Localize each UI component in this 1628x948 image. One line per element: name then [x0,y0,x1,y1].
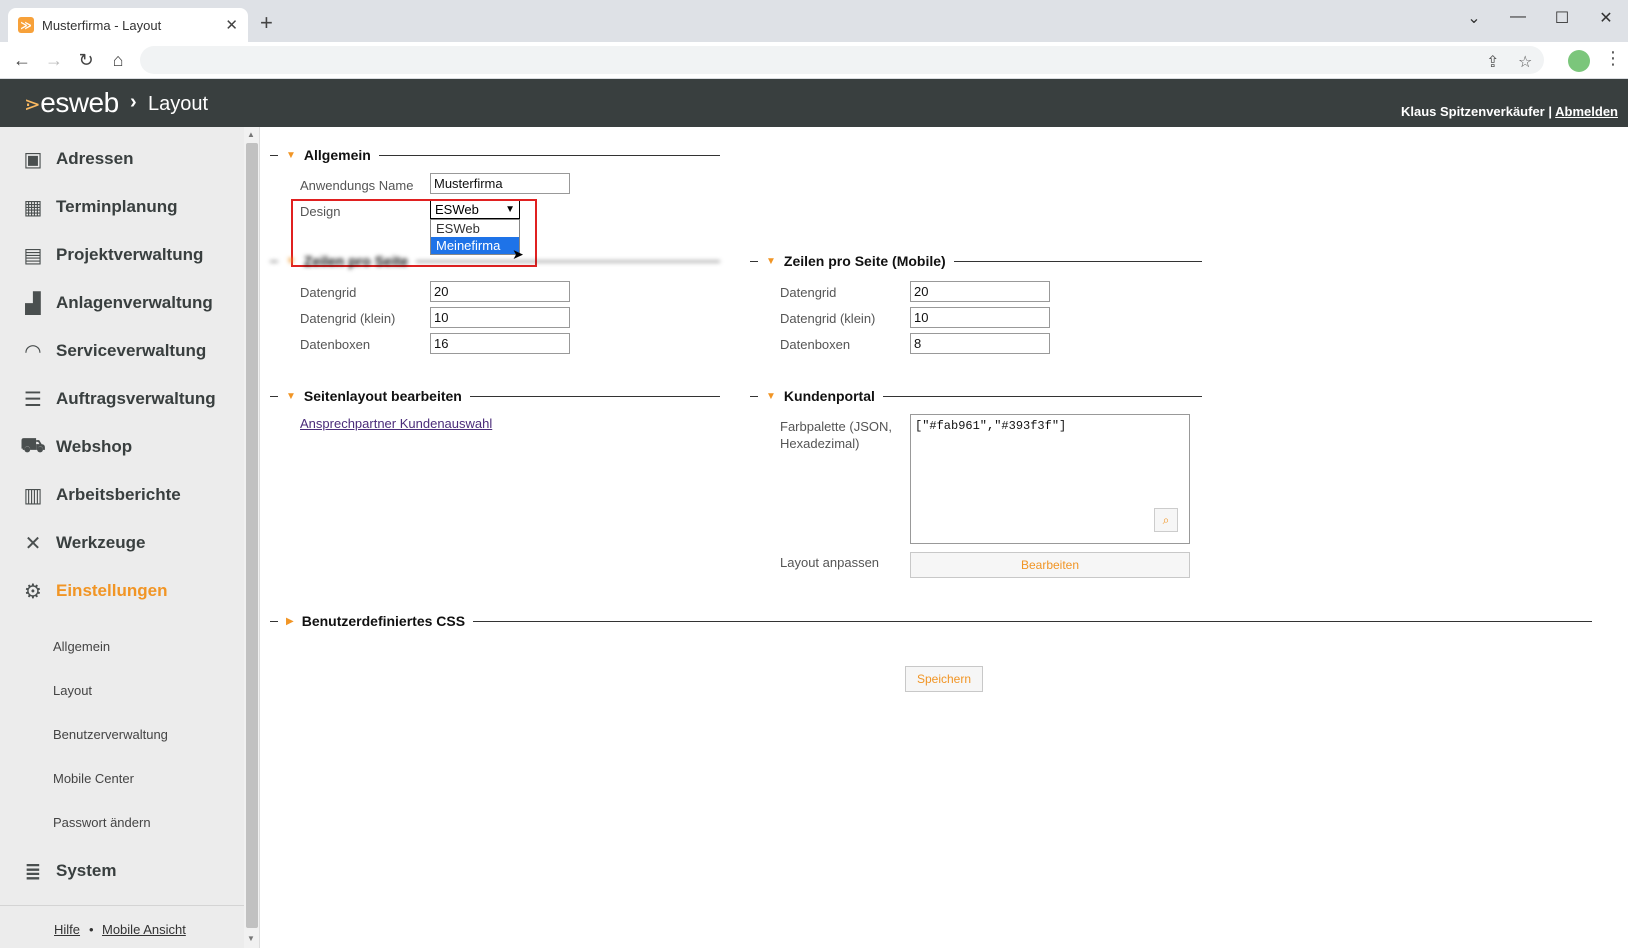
profile-avatar[interactable] [1568,50,1590,72]
scroll-up-icon[interactable]: ▲ [247,130,255,139]
section-seitenlayout[interactable]: ▼ Seitenlayout bearbeiten [270,387,720,405]
nav-einstellungen[interactable]: ⚙ Einstellungen [20,576,167,606]
cart-icon: ⛟ [20,434,46,457]
sidebar-scrollbar[interactable]: ▲ ▼ [244,127,260,948]
address-book-icon: ▣ [23,148,43,171]
reload-icon[interactable]: ↻ [74,48,98,72]
nav-arbeitsberichte[interactable]: ▥ Arbeitsberichte [20,480,181,510]
section-benutzerdefiniertes-css[interactable]: ▶ Benutzerdefiniertes CSS [270,612,1592,630]
browser-menu-icon[interactable]: ⋮ [1604,48,1622,69]
logo-chevron-icon: ⋗ [24,94,41,117]
mobile-view-link[interactable]: Mobile Ansicht [102,922,186,937]
new-tab-button[interactable]: + [260,12,273,34]
tools-icon: ✕ [24,532,42,555]
gantt-icon: ▤ [23,244,43,267]
footer-dot: • [89,922,94,937]
nav-serviceverwaltung[interactable]: ◠ Serviceverwaltung [20,336,206,366]
scrollbar-thumb[interactable] [246,143,258,928]
home-icon[interactable]: ⌂ [106,48,130,72]
subnav-layout[interactable]: Layout [53,683,92,698]
collapse-triangle-icon: ▼ [286,390,296,402]
subnav-allgemein[interactable]: Allgemein [53,639,110,654]
bearbeiten-button[interactable]: Bearbeiten [910,552,1190,578]
mobile-datengrid-klein-input[interactable] [910,307,1050,328]
section-zeilen-pro-seite[interactable]: ▼ Zeilen pro Seite [270,252,720,270]
factory-icon: ▟ [25,292,41,315]
browser-tabstrip: ≫ Musterfirma - Layout ✕ + ⌄ — ☐ ✕ [0,0,1628,42]
help-link[interactable]: Hilfe [54,922,80,937]
datenboxen-input[interactable] [430,333,570,354]
favicon-icon: ≫ [18,17,34,33]
ansprechpartner-link[interactable]: Ansprechpartner Kundenauswahl [300,416,492,431]
app-name-label: Anwendungs Name [300,178,414,193]
subnav-passwort-aendern[interactable]: Passwort ändern [53,815,151,830]
tab-close-icon[interactable]: ✕ [225,16,238,34]
expand-triangle-icon: ▶ [286,615,294,627]
section-allgemein[interactable]: ▼ Allgemein [270,146,720,164]
collapse-triangle-icon: ▼ [286,255,296,267]
sidebar-footer: Hilfe • Mobile Ansicht [0,905,244,948]
database-icon: ≣ [24,860,42,883]
mobile-datengrid-input[interactable] [910,281,1050,302]
esweb-logo[interactable]: ⋗esweb [24,87,119,119]
farbpalette-label-line2: Hexadezimal) [780,436,860,451]
breadcrumb-separator: › [130,91,137,113]
nav-webshop[interactable]: ⛟ Webshop [20,432,132,462]
clipboard-icon: ▥ [23,484,43,507]
app-header: ⋗esweb › Layout Klaus Spitzenverkäufer |… [0,79,1628,127]
nav-auftragsverwaltung[interactable]: ☰ Auftragsverwaltung [20,384,216,414]
farbpalette-label-line1: Farbpalette (JSON, [780,419,892,434]
share-icon[interactable]: ⇪ [1486,52,1499,72]
datengrid-input[interactable] [430,281,570,302]
mobile-datengrid-klein-label: Datengrid (klein) [780,311,876,326]
section-kundenportal[interactable]: ▼ Kundenportal [750,387,1202,405]
bookmark-star-icon[interactable]: ☆ [1518,52,1532,72]
datenboxen-label: Datenboxen [300,337,371,352]
calendar-icon: ▦ [23,196,43,219]
nav-anlagenverwaltung[interactable]: ▟ Anlagenverwaltung [20,288,213,318]
collapse-triangle-icon: ▼ [766,255,776,267]
user-separator: | [1548,104,1553,119]
farbpalette-textarea[interactable]: ["#fab961","#393f3f"] [910,414,1190,544]
logout-link[interactable]: Abmelden [1555,104,1618,119]
gears-icon: ⚙ [24,580,42,603]
user-box: Klaus Spitzenverkäufer | Abmelden [1401,104,1618,119]
mobile-datengrid-label: Datengrid [780,285,837,300]
list-icon: ☰ [24,388,42,411]
datengrid-klein-label: Datengrid (klein) [300,311,396,326]
sidebar: ▣ Adressen ▦ Terminplanung ▤ Projektverw… [0,127,244,948]
browser-toolbar: ← → ↻ ⌂ ⇪ ☆ ⋮ [0,42,1628,79]
close-window-icon[interactable]: ✕ [1594,8,1618,28]
nav-system[interactable]: ≣ System [20,856,117,886]
browser-tab[interactable]: ≫ Musterfirma - Layout ✕ [8,8,248,42]
mobile-datenboxen-input[interactable] [910,333,1050,354]
scroll-down-icon[interactable]: ▼ [247,934,255,943]
forward-icon[interactable]: → [42,48,66,72]
tab-search-icon[interactable]: ⌄ [1462,8,1486,28]
maximize-icon[interactable]: ☐ [1550,8,1574,28]
nav-adressen[interactable]: ▣ Adressen [20,144,134,174]
mobile-datenboxen-label: Datenboxen [780,337,851,352]
nav-werkzeuge[interactable]: ✕ Werkzeuge [20,528,146,558]
page-title: Layout [148,93,209,115]
app-name-input[interactable] [430,173,570,194]
headset-icon: ◠ [25,340,41,363]
subnav-benutzerverwaltung[interactable]: Benutzerverwaltung [53,727,168,742]
zoom-icon[interactable]: ⌕ [1154,508,1178,532]
address-bar[interactable]: ⇪ ☆ [140,46,1544,74]
datengrid-label: Datengrid [300,285,357,300]
save-button[interactable]: Speichern [905,666,983,692]
subnav-mobile-center[interactable]: Mobile Center [53,771,134,786]
tab-title: Musterfirma - Layout [42,17,162,33]
layout-anpassen-label: Layout anpassen [780,555,880,570]
section-zeilen-mobile[interactable]: ▼ Zeilen pro Seite (Mobile) [750,252,1202,270]
nav-projektverwaltung[interactable]: ▤ Projektverwaltung [20,240,204,270]
back-icon[interactable]: ← [10,48,34,72]
user-name: Klaus Spitzenverkäufer [1400,104,1545,119]
nav-terminplanung[interactable]: ▦ Terminplanung [20,192,178,222]
collapse-triangle-icon: ▼ [286,149,296,161]
collapse-triangle-icon: ▼ [766,390,776,402]
minimize-icon[interactable]: — [1506,8,1530,26]
datengrid-klein-input[interactable] [430,307,570,328]
